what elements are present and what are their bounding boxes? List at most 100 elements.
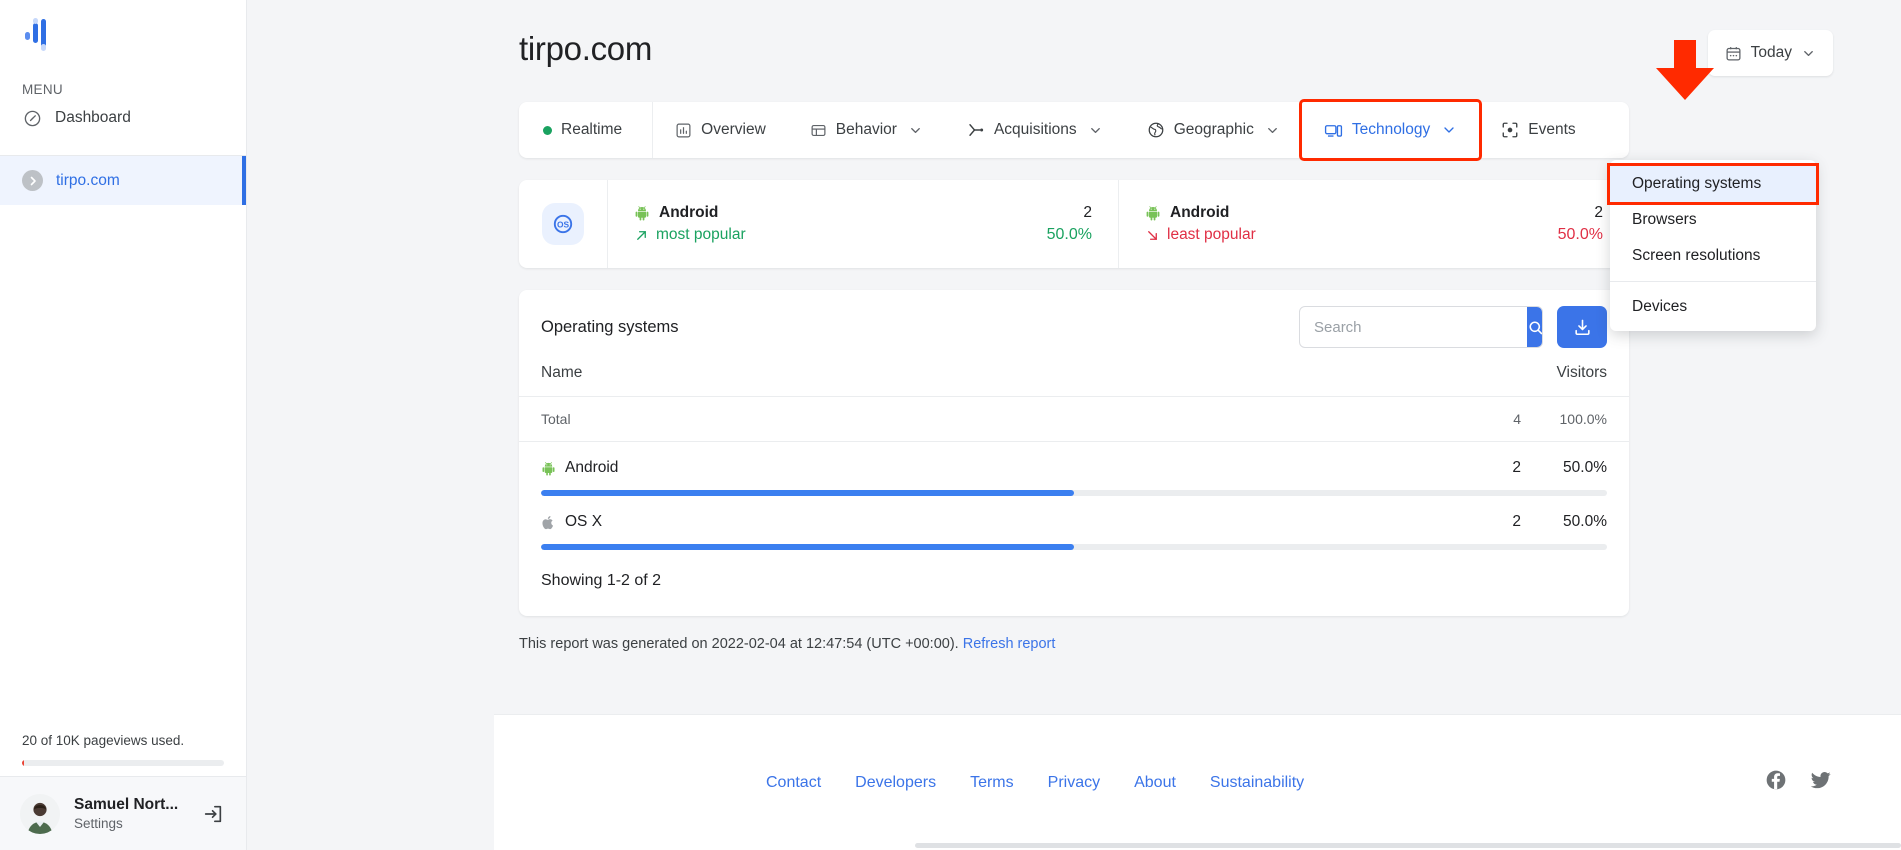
sidebar-item-dashboard[interactable]: Dashboard bbox=[0, 97, 246, 139]
table-row[interactable]: OS X 2 50.0% bbox=[519, 496, 1629, 550]
stat-name: Android bbox=[1145, 204, 1229, 222]
footer-link-about[interactable]: About bbox=[1134, 774, 1176, 792]
dropdown-item-label: Devices bbox=[1632, 298, 1688, 315]
stat-card-least-popular: Android 2 least popular 50.0% bbox=[1119, 180, 1629, 268]
facebook-icon bbox=[1766, 770, 1786, 790]
table-row-total: Total 4 100.0% bbox=[519, 397, 1629, 442]
window-icon bbox=[811, 124, 826, 136]
stat-name-label: Android bbox=[1170, 204, 1230, 221]
tab-technology[interactable]: Technology bbox=[1298, 99, 1483, 161]
arrow-down-right-icon bbox=[1148, 230, 1157, 240]
apple-icon bbox=[542, 515, 553, 529]
table-row-content: OS X 2 50.0% bbox=[541, 513, 1607, 531]
dropdown-item-label: Operating systems bbox=[1632, 175, 1762, 192]
twitter-icon bbox=[1810, 772, 1831, 789]
chevron-down-icon bbox=[911, 127, 920, 133]
stat-percent: 50.0% bbox=[1046, 226, 1092, 243]
logout-icon bbox=[204, 805, 222, 822]
row-progress-fill bbox=[541, 544, 1074, 550]
android-icon bbox=[1146, 206, 1160, 221]
android-icon bbox=[542, 461, 555, 475]
footer-link-privacy[interactable]: Privacy bbox=[1048, 774, 1100, 792]
row-name-label: Android bbox=[565, 459, 619, 476]
operating-systems-table-card: Operating systems Search Name Visitors T… bbox=[519, 290, 1629, 616]
user-settings-label: Settings bbox=[74, 816, 123, 831]
tab-events[interactable]: Events bbox=[1479, 102, 1597, 158]
stat-name: Android bbox=[634, 204, 718, 222]
total-label: Total bbox=[541, 411, 571, 427]
footer-link-terms[interactable]: Terms bbox=[970, 774, 1014, 792]
quota-progress-bar bbox=[22, 760, 224, 766]
date-range-button[interactable]: Today bbox=[1707, 30, 1833, 76]
tab-geographic[interactable]: Geographic bbox=[1125, 102, 1302, 158]
table-column-headers: Name Visitors bbox=[519, 364, 1629, 397]
row-percent: 50.0% bbox=[1563, 513, 1607, 530]
monitor-icon bbox=[1324, 124, 1342, 137]
os-badge-icon: OS bbox=[542, 203, 584, 245]
dropdown-item-devices[interactable]: Devices bbox=[1610, 289, 1816, 325]
gauge-icon bbox=[22, 108, 42, 128]
tab-realtime[interactable]: Realtime bbox=[519, 102, 654, 158]
sidebar-site-label: tirpo.com bbox=[56, 171, 120, 189]
footer-inner: Contact Developers Terms Privacy About S… bbox=[741, 715, 1901, 796]
table-row[interactable]: Android 2 50.0% bbox=[519, 442, 1629, 496]
sidebar-item-tirpo-com[interactable]: tirpo.com bbox=[0, 156, 246, 205]
logo-container[interactable] bbox=[0, 0, 246, 66]
footer-link-developers[interactable]: Developers bbox=[855, 774, 936, 792]
row-progress-track bbox=[541, 544, 1607, 550]
stat-value: 2 bbox=[1083, 204, 1092, 221]
tab-label: Acquisitions bbox=[993, 121, 1077, 138]
tab-label: Technology bbox=[1351, 121, 1431, 138]
dropdown-item-screen-resolutions[interactable]: Screen resolutions bbox=[1610, 238, 1816, 274]
stat-secondary-line: least popular 50.0% bbox=[1145, 226, 1603, 244]
dropdown-item-browsers[interactable]: Browsers bbox=[1610, 202, 1816, 238]
sidebar-item-label: Dashboard bbox=[55, 109, 131, 126]
table-title: Operating systems bbox=[541, 317, 679, 336]
logout-button[interactable] bbox=[200, 801, 226, 827]
stat-category-icon-cell: OS bbox=[519, 180, 608, 268]
pagination-summary: Showing 1-2 of 2 bbox=[541, 572, 662, 589]
summary-stat-row: OS Android 2 most popular 50.0% Android … bbox=[519, 180, 1629, 268]
total-visitors: 4 bbox=[1513, 411, 1521, 427]
search-submit-button[interactable] bbox=[1527, 307, 1542, 347]
bar-chart-logo bbox=[25, 18, 46, 51]
stat-trend-label: most popular bbox=[656, 226, 746, 243]
search-icon bbox=[1529, 320, 1542, 334]
tab-acquisitions[interactable]: Acquisitions bbox=[945, 102, 1125, 158]
date-range-label: Today bbox=[1750, 44, 1792, 61]
scrollbar-thumb[interactable] bbox=[915, 843, 1901, 848]
sidebar-user-footer[interactable]: Samuel Nort... Settings bbox=[0, 776, 246, 850]
search-input[interactable] bbox=[1300, 307, 1527, 347]
row-name-label: OS X bbox=[565, 513, 603, 530]
dropdown-item-operating-systems[interactable]: Operating systems bbox=[1607, 163, 1819, 205]
footer-socials bbox=[1765, 769, 1833, 796]
arrow-up-right-icon bbox=[637, 230, 646, 240]
page-title: tirpo.com bbox=[519, 30, 653, 67]
table-actions bbox=[1299, 306, 1607, 348]
refresh-report-link[interactable]: Refresh report bbox=[963, 636, 1056, 652]
dropdown-item-label: Browsers bbox=[1632, 211, 1697, 228]
facebook-link[interactable] bbox=[1765, 769, 1787, 796]
branch-icon bbox=[969, 124, 984, 136]
stat-trend: most popular bbox=[634, 226, 746, 244]
focus-target-icon bbox=[1502, 122, 1518, 138]
footer-link-contact[interactable]: Contact bbox=[766, 774, 821, 792]
tab-overview[interactable]: Overview bbox=[653, 102, 788, 158]
tab-label: Events bbox=[1528, 121, 1576, 138]
quota-text: 20 of 10K pageviews used. bbox=[22, 733, 185, 748]
tab-label: Behavior bbox=[835, 121, 897, 138]
download-icon bbox=[1574, 319, 1590, 335]
download-report-button[interactable] bbox=[1557, 306, 1607, 348]
stat-primary-line: Android 2 bbox=[1145, 204, 1603, 222]
footer-link-sustainability[interactable]: Sustainability bbox=[1210, 774, 1304, 792]
twitter-link[interactable] bbox=[1809, 769, 1833, 796]
menu-section-label: MENU bbox=[22, 82, 63, 97]
chevron-down-icon bbox=[1804, 50, 1813, 56]
stat-name-label: Android bbox=[659, 204, 719, 221]
android-icon bbox=[635, 206, 649, 221]
tab-behavior[interactable]: Behavior bbox=[788, 102, 945, 158]
report-tabbar: Realtime Overview Behavior Acquisitions … bbox=[519, 99, 1819, 331]
stat-primary-line: Android 2 bbox=[634, 204, 1092, 222]
dropdown-item-label: Screen resolutions bbox=[1632, 247, 1761, 264]
horizontal-scrollbar[interactable] bbox=[741, 841, 1901, 850]
